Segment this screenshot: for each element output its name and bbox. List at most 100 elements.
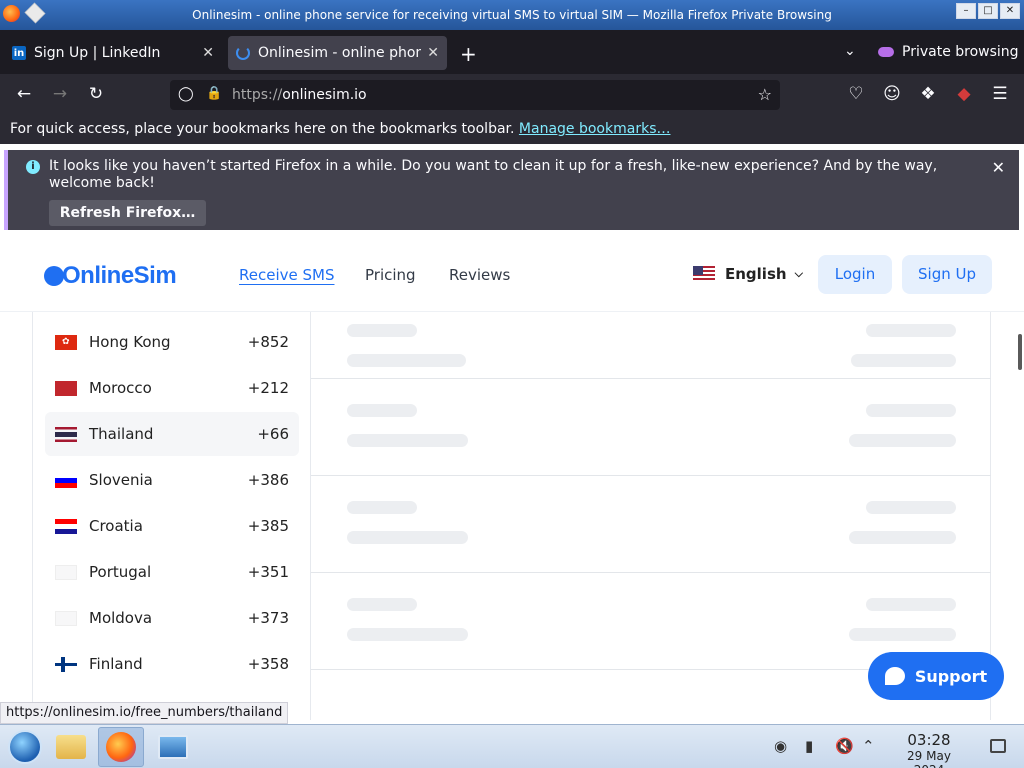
taskbar: ◉ ▮ 🔇 ⌃ 03:28 29 May 2024 xyxy=(0,724,1024,768)
battery-icon[interactable]: ▮ xyxy=(805,737,813,755)
close-tab-icon[interactable]: ✕ xyxy=(202,45,214,61)
country-item-slovenia[interactable]: Slovenia +386 xyxy=(45,458,299,502)
folder-icon xyxy=(56,735,86,759)
skeleton-line xyxy=(347,628,468,641)
skeleton-line xyxy=(347,324,417,337)
onlinesim-logo[interactable]: OnlineSim xyxy=(44,262,177,290)
network-icon[interactable]: ◉ xyxy=(774,737,787,755)
close-notification-icon[interactable]: ✕ xyxy=(992,158,1005,177)
skeleton-line xyxy=(347,354,466,367)
tab-onlinesim[interactable]: Onlinesim - online phone ✕ xyxy=(228,36,447,70)
bookmarks-hint: For quick access, place your bookmarks h… xyxy=(10,121,515,137)
window-titlebar: Onlinesim - online phone service for rec… xyxy=(0,0,1024,30)
volume-muted-icon[interactable]: 🔇 xyxy=(835,737,854,755)
list-all-tabs-chevron-icon[interactable]: ⌄ xyxy=(844,43,856,59)
skeleton-line xyxy=(347,501,417,514)
tab-label: Onlinesim - online phone xyxy=(258,45,422,61)
skeleton-line xyxy=(347,404,417,417)
number-card-placeholder xyxy=(311,476,991,573)
country-item-hong-kong[interactable]: ✿ Hong Kong +852 xyxy=(45,320,299,364)
private-browsing-indicator: Private browsing xyxy=(878,44,1019,60)
skeleton-line xyxy=(851,354,956,367)
private-mask-icon xyxy=(878,47,894,57)
croatia-flag-icon xyxy=(55,518,77,534)
moldova-flag-icon xyxy=(55,610,77,626)
chat-bubble-icon xyxy=(884,667,905,685)
support-chat-button[interactable]: Support xyxy=(868,652,1004,700)
account-icon[interactable]: ☺ xyxy=(881,84,903,104)
skeleton-line xyxy=(849,434,956,447)
number-card-placeholder xyxy=(311,282,991,379)
taskbar-firefox[interactable] xyxy=(98,727,144,767)
back-arrow-icon[interactable]: ← xyxy=(13,84,35,104)
skeleton-line xyxy=(347,598,417,611)
tab-bar: in Sign Up | LinkedIn ✕ Onlinesim - onli… xyxy=(0,30,1024,74)
taskbar-clock[interactable]: 03:28 29 May 2024 xyxy=(890,731,968,768)
slovenia-flag-icon xyxy=(55,472,77,488)
refresh-firefox-button[interactable]: Refresh Firefox… xyxy=(49,200,206,226)
us-flag-icon xyxy=(693,266,715,282)
skeleton-line xyxy=(866,324,956,337)
language-selector[interactable]: English ⌵ xyxy=(693,265,803,283)
info-icon: i xyxy=(26,160,40,174)
windows-orb-icon xyxy=(8,730,42,764)
pocket-icon[interactable]: ♡ xyxy=(845,84,867,104)
morocco-flag-icon xyxy=(55,380,77,396)
private-browsing-label: Private browsing xyxy=(902,44,1019,60)
maximize-button[interactable]: □ xyxy=(978,3,998,19)
ublock-icon[interactable]: ◆ xyxy=(953,84,975,104)
manage-bookmarks-link[interactable]: Manage bookmarks… xyxy=(519,121,671,137)
skeleton-line xyxy=(866,598,956,611)
skeleton-line xyxy=(849,531,956,544)
logo-mark xyxy=(44,266,64,286)
country-item-moldova[interactable]: Moldova +373 xyxy=(45,596,299,640)
country-item-finland[interactable]: Finland +358 xyxy=(45,642,299,686)
tray-expand-chevron-icon[interactable]: ⌃ xyxy=(862,737,875,755)
new-tab-button[interactable]: + xyxy=(460,42,477,66)
country-item-croatia[interactable]: Croatia +385 xyxy=(45,504,299,548)
page-scrollbar-thumb[interactable] xyxy=(1018,334,1022,370)
thailand-flag-icon xyxy=(55,426,77,442)
lock-icon[interactable]: 🔒 xyxy=(206,86,222,101)
linkedin-icon: in xyxy=(12,46,26,60)
skeleton-line xyxy=(347,531,468,544)
window-controls: – □ ✕ xyxy=(956,3,1020,19)
skeleton-line xyxy=(849,628,956,641)
skeleton-line xyxy=(866,501,956,514)
navigation-toolbar: ← → ↻ ◯ 🔒 https://onlinesim.io ☆ ♡ ☺ ❖ ◆… xyxy=(0,74,1024,116)
tab-linkedin[interactable]: in Sign Up | LinkedIn ✕ xyxy=(4,36,222,70)
monitor-icon xyxy=(158,735,188,759)
taskbar-control-panel[interactable] xyxy=(150,727,196,767)
refresh-firefox-notification: i It looks like you haven’t started Fire… xyxy=(4,150,1019,230)
finland-flag-icon xyxy=(55,656,77,672)
link-status-url: https://onlinesim.io/free_numbers/thaila… xyxy=(0,702,289,724)
forward-arrow-icon[interactable]: → xyxy=(49,84,71,104)
menu-hamburger-icon[interactable]: ☰ xyxy=(989,84,1011,104)
country-list: ✿ Hong Kong +852 Morocco +212 Thailand +… xyxy=(32,312,311,720)
start-button[interactable] xyxy=(2,727,48,767)
tab-label: Sign Up | LinkedIn xyxy=(34,45,161,61)
extensions-icon[interactable]: ❖ xyxy=(917,84,939,104)
minimize-button[interactable]: – xyxy=(956,3,976,19)
tracking-shield-icon[interactable]: ◯ xyxy=(178,86,194,102)
close-tab-icon[interactable]: ✕ xyxy=(427,45,439,61)
onlinesim-icon xyxy=(236,46,250,60)
firefox-icon xyxy=(106,732,136,762)
bookmarks-toolbar: For quick access, place your bookmarks h… xyxy=(0,116,1024,144)
bookmark-star-icon[interactable]: ☆ xyxy=(758,85,772,104)
notification-message: It looks like you haven’t started Firefo… xyxy=(49,158,938,191)
chevron-down-icon: ⌵ xyxy=(794,267,803,280)
skeleton-line xyxy=(347,434,468,447)
taskbar-file-explorer[interactable] xyxy=(48,727,94,767)
country-item-portugal[interactable]: Portugal +351 xyxy=(45,550,299,594)
portugal-flag-icon xyxy=(55,564,77,580)
country-item-thailand[interactable]: Thailand +66 xyxy=(45,412,299,456)
reload-icon[interactable]: ↻ xyxy=(85,84,107,104)
close-window-button[interactable]: ✕ xyxy=(1000,3,1020,19)
notifications-icon[interactable] xyxy=(990,739,1006,753)
window-title: Onlinesim - online phone service for rec… xyxy=(192,8,832,22)
url-text[interactable]: https://onlinesim.io xyxy=(232,87,367,103)
url-bar[interactable]: ◯ 🔒 https://onlinesim.io ☆ xyxy=(170,80,780,110)
country-item-morocco[interactable]: Morocco +212 xyxy=(45,366,299,410)
hong-kong-flag-icon: ✿ xyxy=(55,334,77,350)
